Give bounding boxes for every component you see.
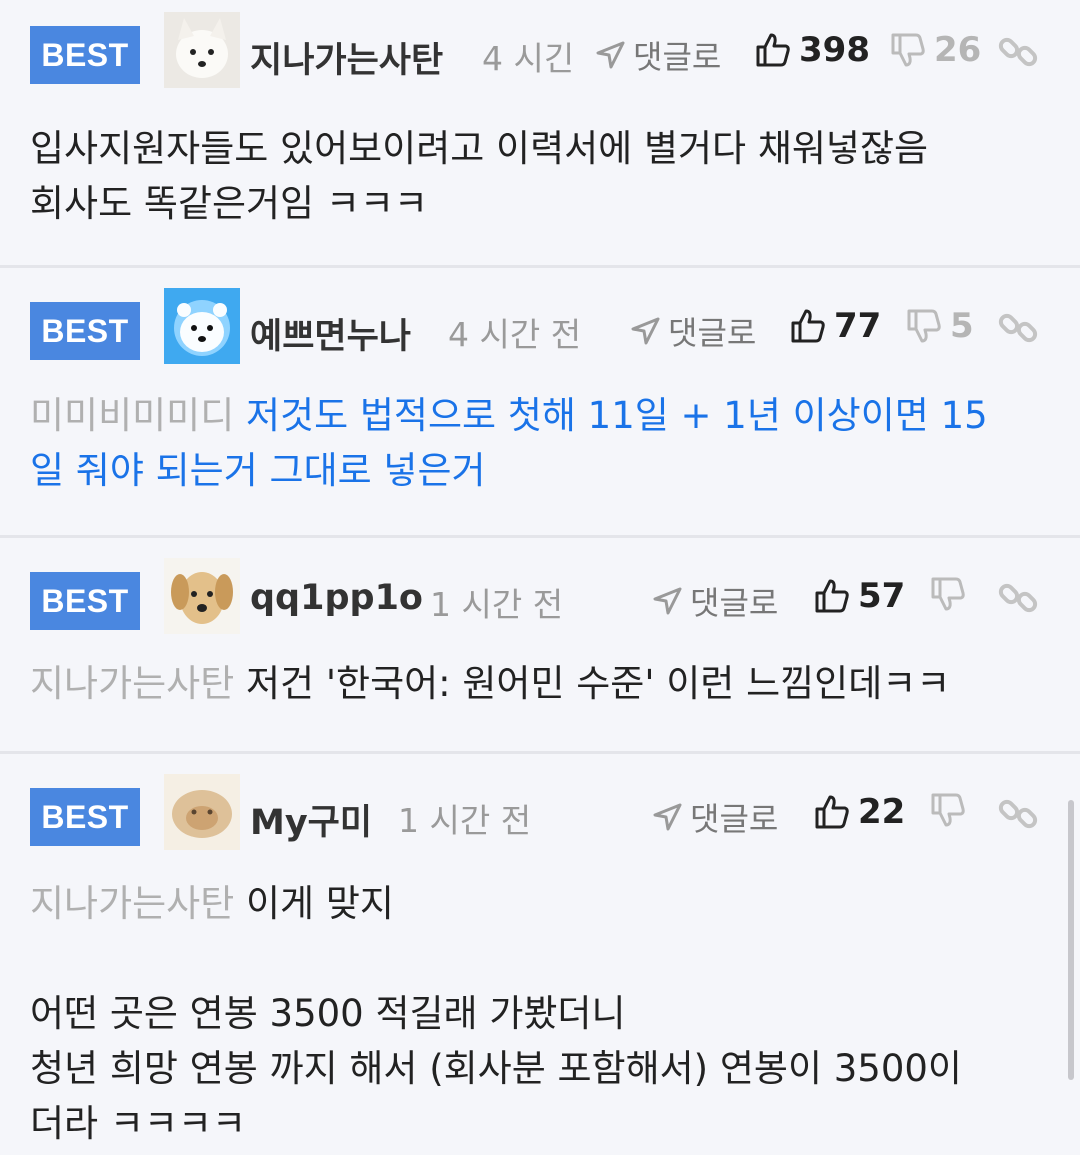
comment-header: BEST 지나가는사탄 4 시긴 댓글로 398 26 — [30, 12, 1040, 92]
link-icon[interactable] — [996, 306, 1040, 350]
link-icon[interactable] — [996, 576, 1040, 620]
comment-body: 미미비미미디 저것도 법적으로 첫해 11일 + 1년 이상이면 15 일 줘야… — [30, 388, 1040, 498]
like-button[interactable]: 398 — [755, 30, 870, 70]
comment-header: BEST My구미 1 시간 전 댓글로 22 — [30, 774, 1040, 854]
like-button[interactable]: 77 — [790, 306, 881, 346]
scrollbar[interactable] — [1068, 800, 1074, 1080]
thumbs-down-icon — [907, 309, 941, 343]
dislike-count: 26 — [934, 30, 982, 70]
avatar[interactable] — [164, 774, 240, 850]
comment-text: 저건 '한국어: 원어민 수준' 이런 느낌인데ㅋㅋ — [234, 662, 951, 705]
comment-text-line: 어떤 곳은 연봉 3500 적길래 가봤더니 — [30, 992, 626, 1035]
comment-item: BEST 예쁘면누나 4 시간 전 댓글로 77 5 미미비미미디 저것도 법적… — [0, 268, 1080, 538]
comment-text-line: 회사도 똑같은거임 ㅋㅋㅋ — [30, 182, 428, 225]
best-badge: BEST — [30, 26, 140, 84]
dislike-count: 5 — [950, 306, 974, 346]
comment-text-line: 일 줘야 되는거 그대로 넣은거 — [30, 449, 486, 492]
reply-arrow-icon — [653, 587, 682, 615]
reply-label: 댓글로 — [668, 314, 757, 352]
timestamp: 4 시긴 — [482, 39, 575, 78]
like-count: 22 — [858, 792, 906, 832]
reply-button[interactable]: 댓글로 — [630, 308, 756, 354]
comment-body: 지나가는사탄 이게 맞지 어떤 곳은 연봉 3500 적길래 가봤더니 청년 희… — [30, 876, 1040, 1151]
comment-header: BEST 예쁘면누나 4 시간 전 댓글로 77 5 — [30, 288, 1040, 368]
link-icon[interactable] — [996, 30, 1040, 74]
timestamp: 1 시간 전 — [430, 585, 564, 624]
like-button[interactable]: 57 — [814, 576, 905, 616]
best-badge: BEST — [30, 788, 140, 846]
thumbs-up-icon — [815, 795, 849, 829]
comment-body: 지나가는사탄 저건 '한국어: 원어민 수준' 이런 느낌인데ㅋㅋ — [30, 656, 1040, 711]
like-button[interactable]: 22 — [814, 792, 905, 832]
comment-text-line: 청년 희망 연봉 까지 해서 (회사분 포함해서) 연봉이 3500이 — [30, 1047, 962, 1090]
reply-arrow-icon — [631, 317, 660, 345]
comment-item: BEST qq1pp1o 1 시간 전 댓글로 57 지나가는사탄 저건 '한국… — [0, 538, 1080, 754]
dislike-button[interactable] — [930, 576, 974, 612]
timestamp: 4 시간 전 — [448, 315, 582, 354]
avatar[interactable] — [164, 558, 240, 634]
reply-arrow-icon — [653, 803, 682, 831]
reply-label: 댓글로 — [690, 800, 779, 838]
nickname[interactable]: My구미 — [250, 794, 372, 845]
thumbs-up-icon — [756, 33, 790, 67]
dislike-button[interactable] — [930, 792, 974, 828]
like-count: 77 — [834, 306, 882, 346]
dislike-button[interactable]: 5 — [906, 306, 974, 346]
thumbs-up-icon — [791, 309, 825, 343]
avatar[interactable] — [164, 288, 240, 364]
timestamp: 1 시간 전 — [398, 801, 532, 840]
avatar[interactable] — [164, 12, 240, 88]
comment-text-line: 입사지원자들도 있어보이려고 이력서에 별거다 채워넣잖음 — [30, 127, 929, 170]
mention-tag[interactable]: 지나가는사탄 — [30, 882, 234, 925]
reply-button[interactable]: 댓글로 — [652, 794, 778, 840]
comment-item: BEST My구미 1 시간 전 댓글로 22 지나가는사탄 이게 맞지 어떤 … — [0, 754, 1080, 1155]
comment-text: 저것도 법적으로 첫해 11일 + 1년 이상이면 15 — [234, 394, 988, 437]
comment-text: 이게 맞지 — [234, 882, 394, 925]
thumbs-down-icon — [931, 577, 965, 611]
reply-label: 댓글로 — [690, 584, 779, 622]
like-count: 398 — [799, 30, 870, 70]
reply-label: 댓글로 — [633, 38, 722, 76]
comment-header: BEST qq1pp1o 1 시간 전 댓글로 57 — [30, 558, 1040, 638]
reply-button[interactable]: 댓글로 — [652, 578, 778, 624]
like-count: 57 — [858, 576, 906, 616]
comment-body: 입사지원자들도 있어보이려고 이력서에 별거다 채워넣잖음 회사도 똑같은거임 … — [30, 121, 1040, 231]
reply-button[interactable]: 댓글로 — [595, 32, 721, 78]
best-badge: BEST — [30, 302, 140, 360]
reply-arrow-icon — [596, 41, 625, 69]
comment-item: BEST 지나가는사탄 4 시긴 댓글로 398 26 입사지원자들도 있어보이… — [0, 0, 1080, 268]
mention-tag[interactable]: 지나가는사탄 — [30, 662, 234, 705]
nickname[interactable]: 지나가는사탄 — [250, 32, 443, 83]
dislike-button[interactable]: 26 — [890, 30, 981, 70]
mention-tag[interactable]: 미미비미미디 — [30, 394, 234, 437]
thumbs-down-icon — [891, 33, 925, 67]
best-badge: BEST — [30, 572, 140, 630]
thumbs-down-icon — [931, 793, 965, 827]
comment-text-line: 더라 ㅋㅋㅋㅋ — [30, 1102, 247, 1145]
thumbs-up-icon — [815, 579, 849, 613]
link-icon[interactable] — [996, 792, 1040, 836]
nickname[interactable]: 예쁘면누나 — [250, 308, 411, 359]
nickname[interactable]: qq1pp1o — [250, 578, 423, 618]
